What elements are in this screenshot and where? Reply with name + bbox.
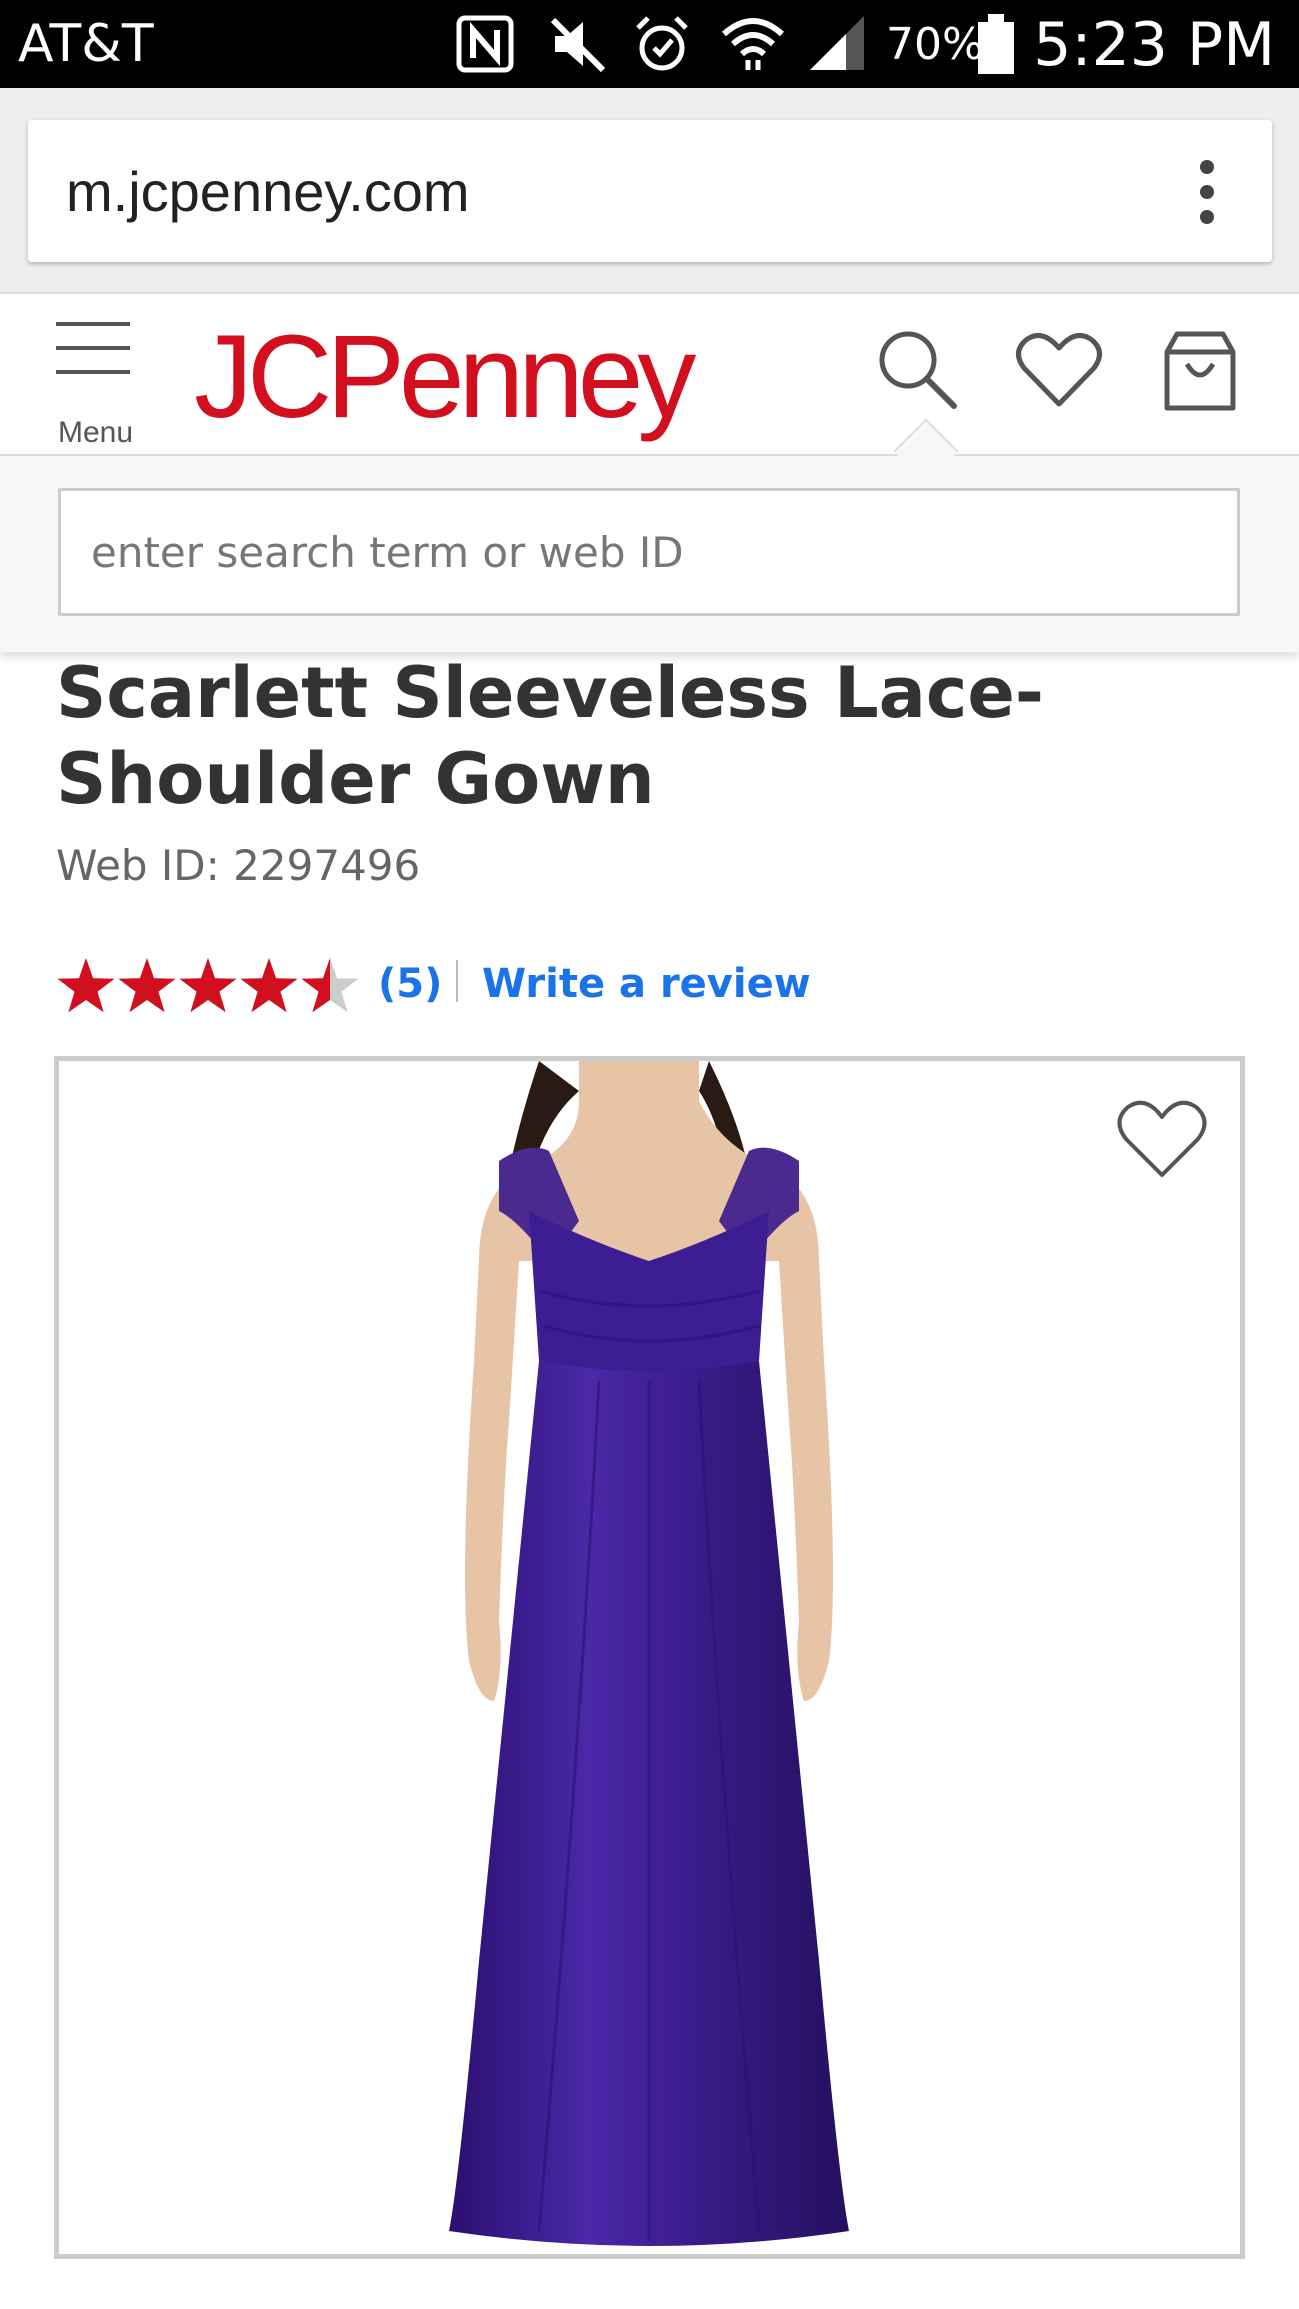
star-rating[interactable] — [56, 956, 362, 1020]
product-image — [59, 1061, 1240, 2254]
nfc-icon — [455, 12, 515, 76]
hamburger-icon — [56, 322, 130, 326]
signal-icon — [806, 12, 868, 76]
kebab-menu-icon[interactable] — [1200, 160, 1214, 224]
status-bar: AT&T 70% 5:23 PM — [0, 0, 1299, 88]
product-image-frame[interactable] — [54, 1056, 1245, 2259]
star-filled-icon — [179, 958, 237, 1013]
shopping-bag-icon[interactable] — [1155, 324, 1245, 414]
address-bar[interactable]: m.jcpenney.com — [28, 120, 1272, 262]
web-id: Web ID: 2297496 — [56, 841, 421, 890]
alarm-icon — [632, 12, 692, 76]
battery-icon — [976, 12, 1016, 76]
menu-label: Menu — [58, 416, 134, 449]
review-count-link[interactable]: (5) — [378, 956, 442, 1012]
search-panel — [0, 456, 1299, 652]
site-header: Menu JCPenney — [0, 292, 1299, 484]
battery-percent: 70% — [886, 19, 984, 70]
search-icon[interactable] — [872, 324, 962, 414]
hamburger-icon-bar — [56, 346, 130, 350]
browser-toolbar: m.jcpenney.com — [0, 88, 1299, 292]
star-filled-icon — [118, 958, 176, 1013]
write-review-link[interactable]: Write a review — [482, 956, 811, 1012]
url-text[interactable]: m.jcpenney.com — [66, 164, 470, 220]
jcpenney-logo[interactable]: JCPenney — [194, 312, 696, 442]
wifi-icon — [720, 12, 786, 76]
menu-button[interactable]: Menu — [56, 322, 136, 448]
star-filled-icon — [57, 958, 115, 1013]
add-to-favorites-heart-icon[interactable] — [1114, 1091, 1210, 1187]
mute-icon — [545, 12, 611, 76]
star-filled-icon — [240, 958, 298, 1013]
divider — [456, 960, 458, 1002]
clock: 5:23 PM — [1033, 10, 1275, 80]
product-title: Scarlett Sleeveless Lace-Shoulder Gown — [56, 652, 1044, 820]
hamburger-icon-bar — [56, 370, 130, 374]
carrier-name: AT&T — [18, 14, 154, 74]
search-input[interactable] — [58, 488, 1240, 616]
heart-icon[interactable] — [1014, 324, 1104, 414]
